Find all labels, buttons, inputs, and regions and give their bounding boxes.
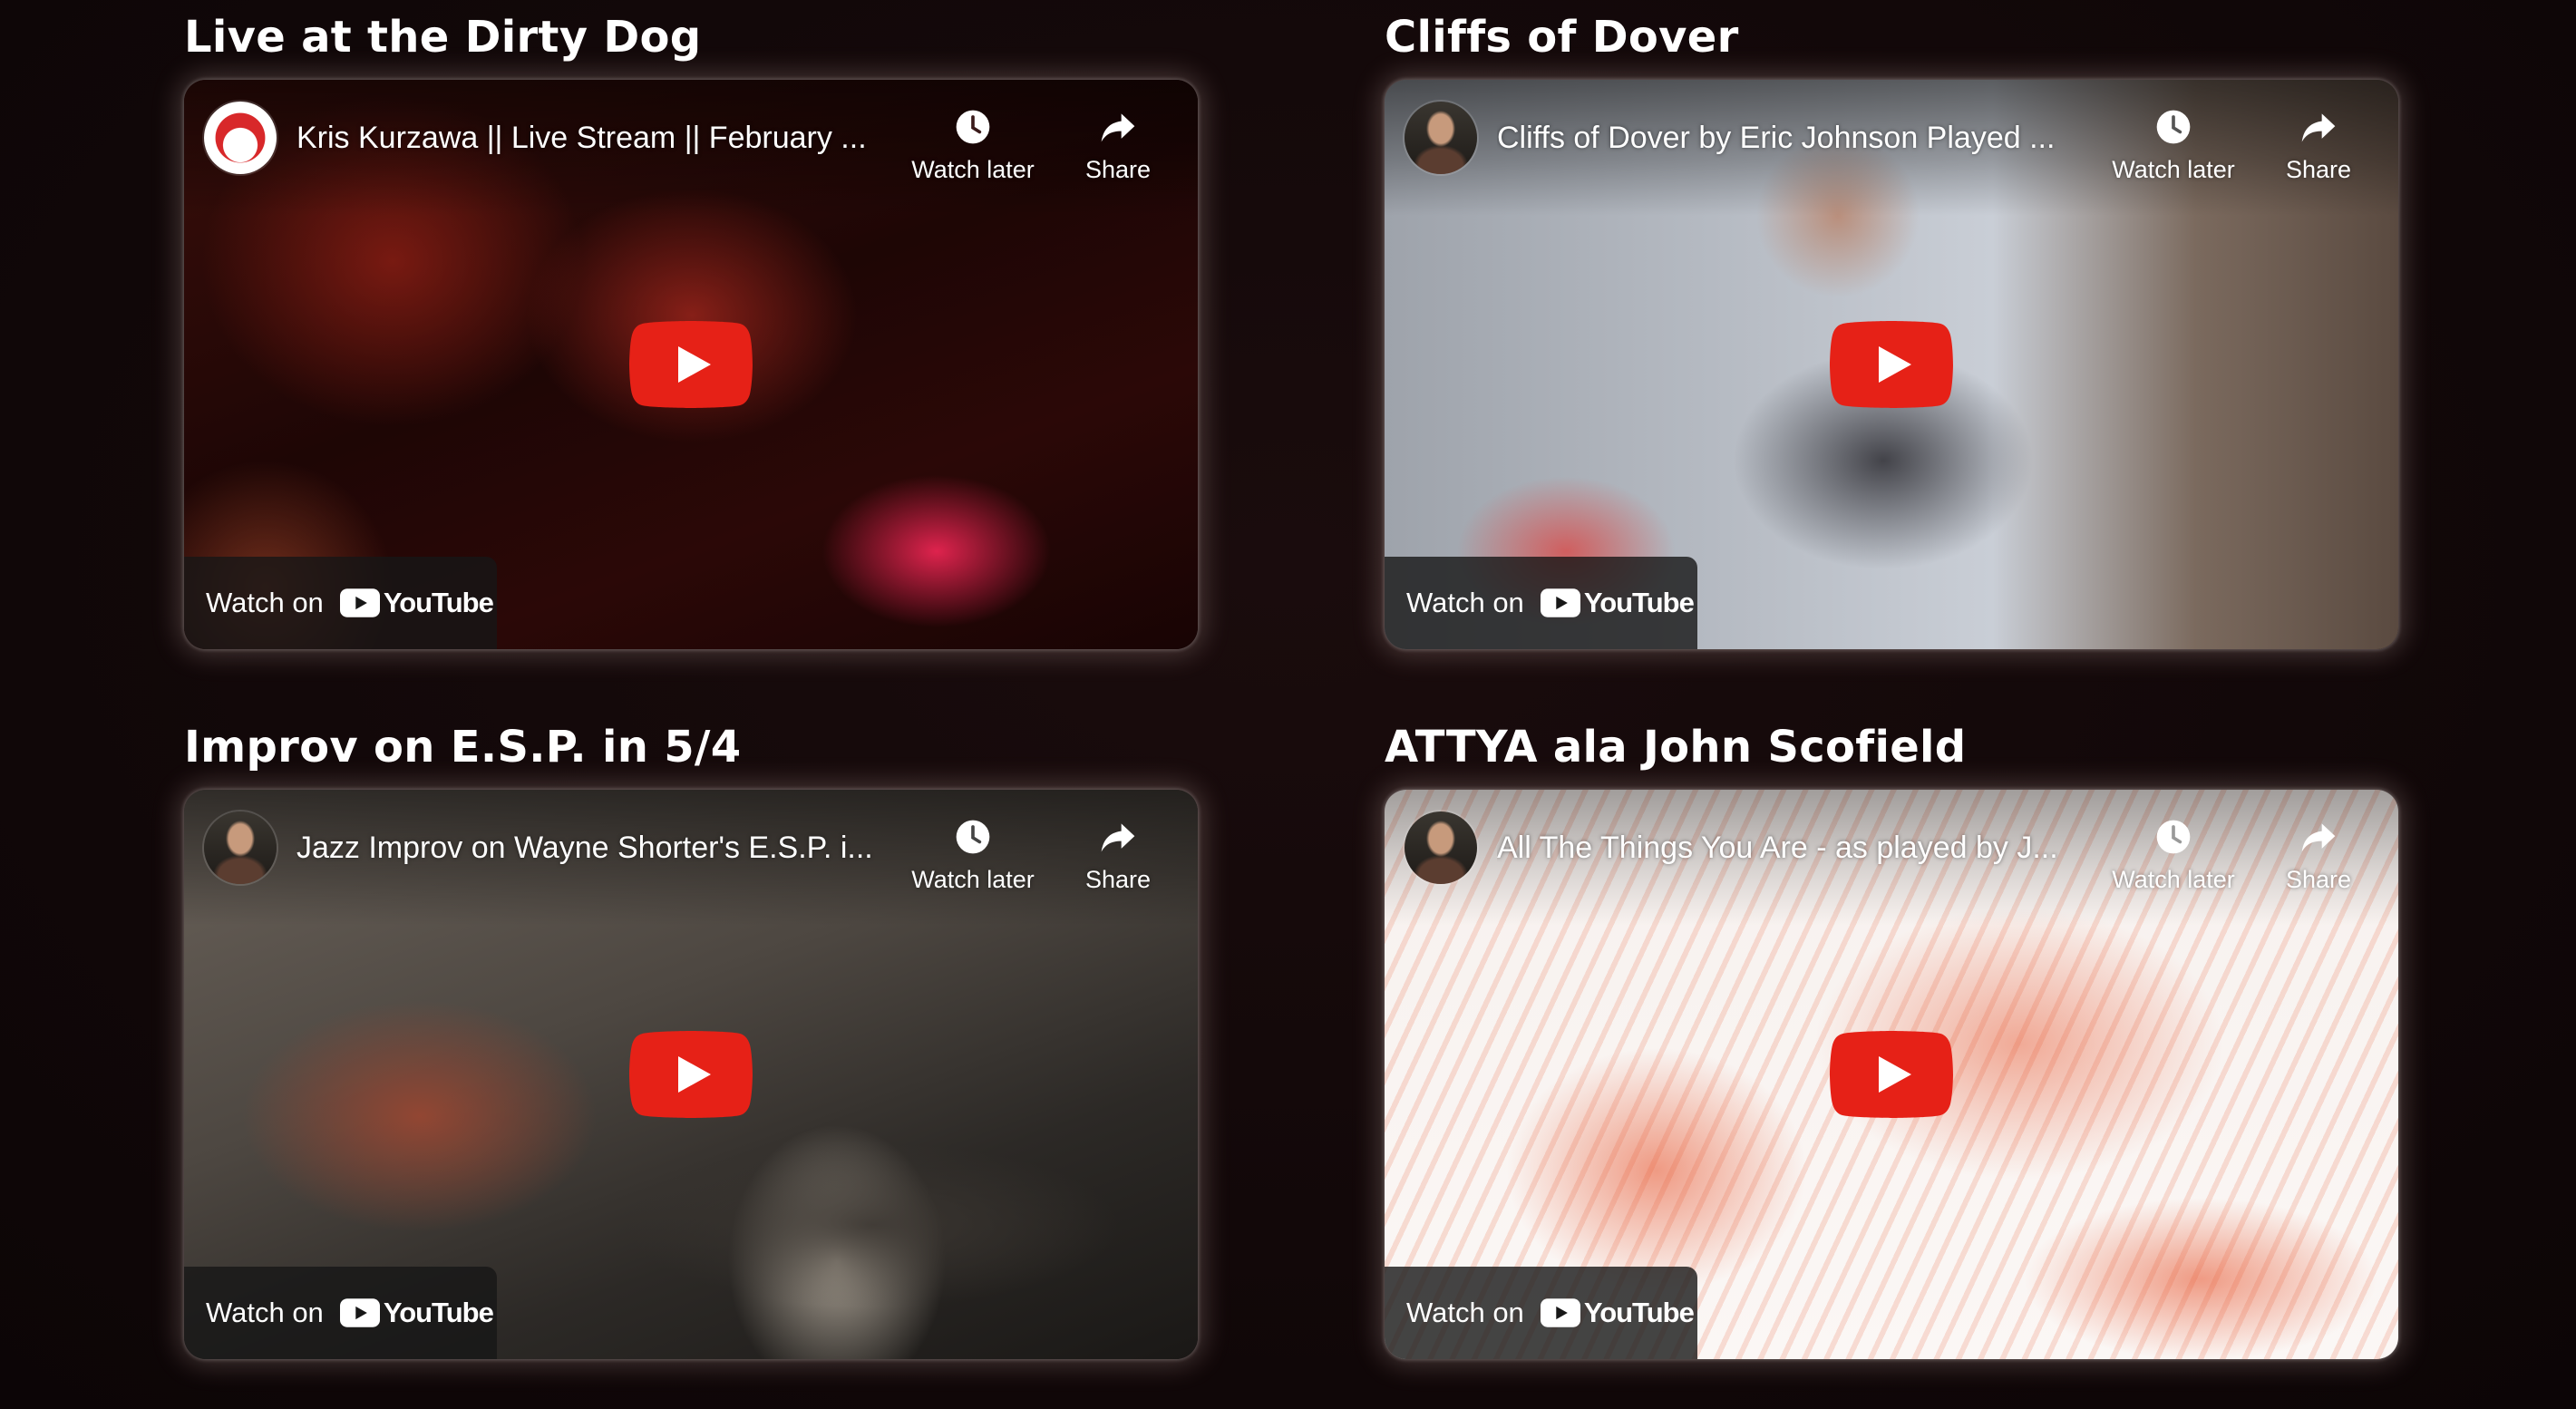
- section-title: ATTYA ala John Scofield: [1385, 722, 1967, 773]
- share-button[interactable]: Share: [2255, 811, 2382, 899]
- youtube-embed[interactable]: All The Things You Are - as played by J.…: [1385, 790, 2398, 1359]
- youtube-logo: YouTube: [339, 1297, 494, 1329]
- watch-later-label: Watch later: [2112, 866, 2235, 893]
- watch-later-label: Watch later: [2112, 156, 2235, 183]
- watch-on-youtube-link[interactable]: Watch on YouTube: [184, 557, 497, 649]
- youtube-wordmark: YouTube: [383, 587, 494, 618]
- watch-on-label: Watch on: [1406, 1297, 1524, 1328]
- video-title-link[interactable]: Kris Kurzawa || Live Stream || February …: [296, 114, 895, 161]
- share-label: Share: [2285, 866, 2352, 893]
- share-arrow-icon: [2301, 113, 2336, 142]
- share-label: Share: [1084, 866, 1152, 893]
- play-button[interactable]: [629, 321, 753, 408]
- watch-on-youtube-link[interactable]: Watch on YouTube: [1385, 557, 1697, 649]
- play-button[interactable]: [1830, 321, 1953, 408]
- share-button[interactable]: Share: [1055, 102, 1181, 189]
- watch-later-label: Watch later: [911, 866, 1035, 893]
- watch-later-button[interactable]: Watch later: [909, 811, 1036, 899]
- share-button[interactable]: Share: [1055, 811, 1181, 899]
- section-title: Live at the Dirty Dog: [184, 12, 702, 63]
- video-title-link[interactable]: Jazz Improv on Wayne Shorter's E.S.P. i.…: [296, 824, 895, 871]
- clock-icon: [2156, 110, 2191, 144]
- play-icon: [1830, 1031, 1953, 1118]
- youtube-logo-icon: [1540, 588, 1580, 617]
- channel-avatar[interactable]: [204, 102, 277, 174]
- play-button[interactable]: [629, 1031, 753, 1118]
- play-icon: [629, 1031, 753, 1118]
- watch-on-youtube-link[interactable]: Watch on YouTube: [1385, 1267, 1697, 1359]
- play-icon: [1830, 321, 1953, 408]
- share-button[interactable]: Share: [2255, 102, 2382, 189]
- clock-icon: [956, 820, 990, 854]
- share-label: Share: [1084, 156, 1152, 183]
- youtube-embed[interactable]: Jazz Improv on Wayne Shorter's E.S.P. i.…: [184, 790, 1198, 1359]
- share-arrow-icon: [2301, 823, 2336, 852]
- share-arrow-icon: [1101, 823, 1135, 852]
- watch-later-button[interactable]: Watch later: [2110, 811, 2237, 899]
- youtube-wordmark: YouTube: [1583, 1297, 1695, 1328]
- clock-icon: [956, 110, 990, 144]
- channel-avatar[interactable]: [1405, 811, 1477, 884]
- play-icon: [629, 321, 753, 408]
- video-gallery-page: Live at the Dirty Dog Kris Kurzawa || Li…: [0, 0, 2576, 1409]
- youtube-logo: YouTube: [1540, 587, 1695, 619]
- youtube-wordmark: YouTube: [1583, 587, 1695, 618]
- youtube-embed[interactable]: Cliffs of Dover by Eric Johnson Played .…: [1385, 80, 2398, 649]
- youtube-logo: YouTube: [1540, 1297, 1695, 1329]
- section-title: Improv on E.S.P. in 5/4: [184, 722, 742, 773]
- watch-later-button[interactable]: Watch later: [909, 102, 1036, 189]
- youtube-wordmark: YouTube: [383, 1297, 494, 1328]
- youtube-embed[interactable]: Kris Kurzawa || Live Stream || February …: [184, 80, 1198, 649]
- video-title-link[interactable]: All The Things You Are - as played by J.…: [1497, 824, 2095, 871]
- watch-on-label: Watch on: [1406, 587, 1524, 618]
- section-title: Cliffs of Dover: [1385, 12, 1739, 63]
- youtube-logo-icon: [1540, 1298, 1580, 1327]
- watch-later-label: Watch later: [911, 156, 1035, 183]
- video-title-link[interactable]: Cliffs of Dover by Eric Johnson Played .…: [1497, 114, 2095, 161]
- youtube-logo: YouTube: [339, 587, 494, 619]
- youtube-logo-icon: [339, 1298, 380, 1327]
- channel-avatar[interactable]: [1405, 102, 1477, 174]
- youtube-logo-icon: [339, 588, 380, 617]
- play-button[interactable]: [1830, 1031, 1953, 1118]
- watch-on-label: Watch on: [206, 587, 324, 618]
- share-label: Share: [2285, 156, 2352, 183]
- watch-on-youtube-link[interactable]: Watch on YouTube: [184, 1267, 497, 1359]
- watch-later-button[interactable]: Watch later: [2110, 102, 2237, 189]
- clock-icon: [2156, 820, 2191, 854]
- watch-on-label: Watch on: [206, 1297, 324, 1328]
- share-arrow-icon: [1101, 113, 1135, 142]
- channel-avatar[interactable]: [204, 811, 277, 884]
